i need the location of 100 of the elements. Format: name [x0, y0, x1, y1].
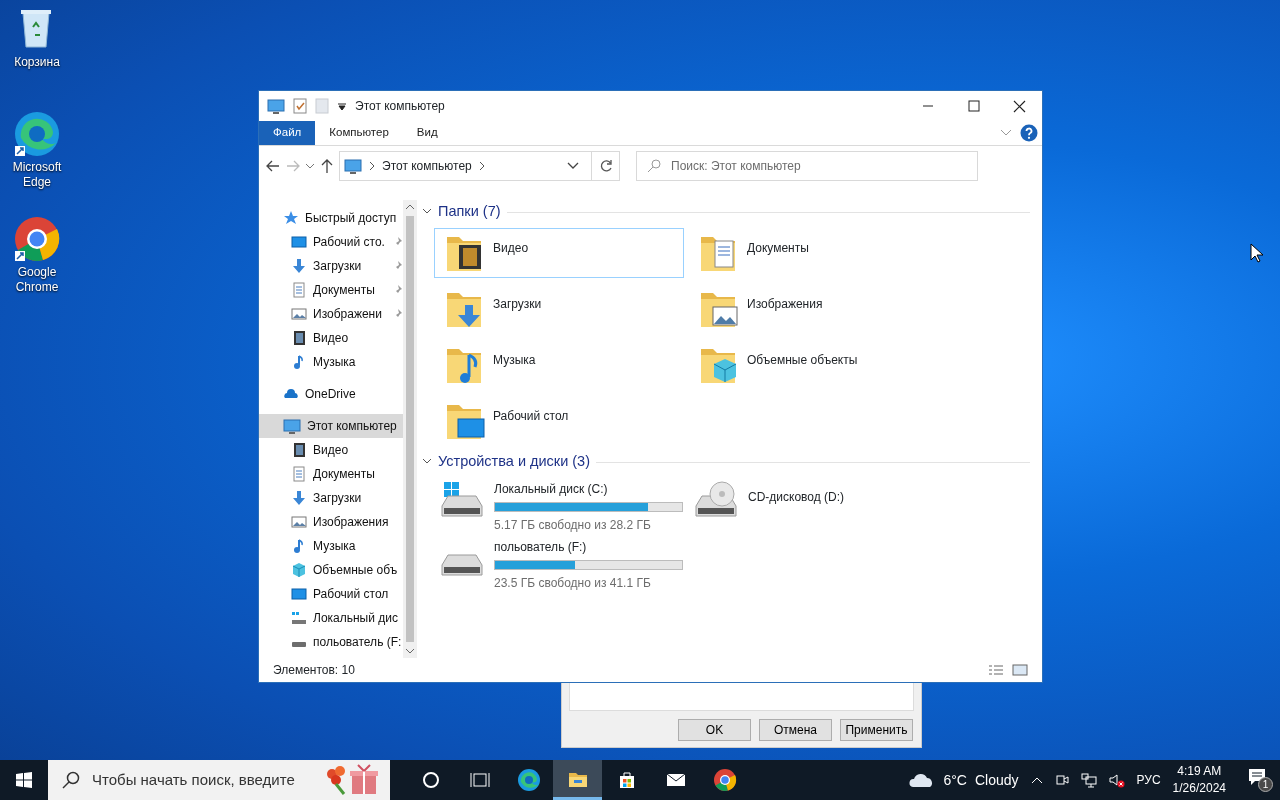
sidebar-item[interactable]: Рабочий стол — [259, 582, 403, 606]
download-arrow-icon — [291, 258, 307, 274]
search-icon — [62, 771, 80, 789]
sidebar-item[interactable]: Загрузки — [259, 254, 403, 278]
sidebar-item[interactable]: Видео — [259, 326, 403, 350]
drive-name[interactable]: CD-дисковод (D:) — [748, 488, 845, 506]
task-view-icon[interactable] — [469, 770, 490, 790]
sidebar-item[interactable]: Изображени — [259, 302, 403, 326]
folder-item[interactable]: Рабочий стол — [434, 396, 684, 446]
section-header[interactable]: Папки (7) — [438, 201, 501, 223]
dialog-button[interactable]: Отмена — [759, 719, 832, 741]
language-indicator[interactable]: РУС — [1136, 771, 1161, 789]
picture-icon — [291, 514, 307, 530]
muted-speaker-icon[interactable] — [1108, 772, 1125, 788]
clock-time[interactable]: 4:19 AM — [1177, 763, 1222, 780]
up-arrow-icon[interactable] — [319, 158, 335, 174]
dropdown-icon[interactable] — [337, 101, 347, 111]
sidebar-item[interactable]: Музыка — [259, 534, 403, 558]
drive-icon — [291, 610, 307, 626]
sidebar-item[interactable]: OneDrive — [259, 382, 403, 406]
folder-item[interactable]: Видео — [434, 228, 684, 278]
edge-logo-icon[interactable] — [13, 110, 61, 158]
drive-icon — [438, 480, 486, 520]
folder-item[interactable]: Изображения — [688, 284, 938, 334]
recent-locations-icon[interactable] — [305, 161, 315, 171]
dropdown-icon[interactable] — [567, 162, 579, 170]
free-space-text: 23.5 ГБ свободно из 41.1 ГБ — [494, 575, 652, 592]
sidebar-item[interactable]: Локальный дис — [259, 606, 403, 630]
sidebar-item[interactable]: Этот компьютер — [259, 414, 403, 438]
windows-start-icon[interactable] — [16, 772, 32, 788]
computer-icon — [267, 98, 285, 114]
dialog-button[interactable]: Применить — [840, 719, 913, 741]
folder-item[interactable]: Музыка — [434, 340, 684, 390]
mouse-cursor-icon — [1250, 243, 1264, 263]
cd-drive-icon — [692, 480, 740, 520]
folder-item[interactable]: Загрузки — [434, 284, 684, 334]
network-icon[interactable] — [1080, 772, 1097, 788]
collapse-icon[interactable] — [422, 208, 432, 216]
folder-item[interactable]: Объемные объекты — [688, 340, 938, 390]
properties-icon[interactable] — [293, 98, 307, 114]
folder-item[interactable]: Документы — [688, 228, 938, 278]
chevron-icon — [477, 161, 486, 171]
back-arrow-icon[interactable] — [265, 158, 281, 174]
clock-date[interactable]: 1/26/2024 — [1172, 780, 1226, 797]
refresh-icon[interactable] — [598, 159, 613, 173]
sidebar-item[interactable]: Музыка — [259, 350, 403, 374]
picture-icon — [291, 306, 307, 322]
sidebar-item[interactable]: Документы — [259, 278, 403, 302]
sidebar-item[interactable]: Быстрый доступ — [259, 206, 403, 230]
drive-name[interactable]: Локальный диск (C:) — [494, 480, 683, 498]
sidebar-item[interactable]: Изображения — [259, 510, 403, 534]
chrome-logo-icon[interactable] — [13, 215, 61, 263]
cube-icon — [291, 562, 307, 578]
address-bar[interactable]: Этот компьютер — [339, 151, 620, 181]
sidebar-item[interactable]: польователь (F: — [259, 630, 403, 654]
dialog-button[interactable]: OK — [678, 719, 751, 741]
sidebar-item[interactable]: Рабочий сто. — [259, 230, 403, 254]
document-icon — [291, 466, 307, 482]
ribbon-tab[interactable]: Вид — [402, 121, 452, 145]
desktop-icon-label[interactable]: Корзина — [4, 55, 70, 70]
taskbar-search-field[interactable]: Чтобы начать поиск, введите — [48, 760, 390, 800]
drive-icon — [292, 641, 306, 647]
edge-logo-icon[interactable] — [516, 768, 541, 792]
close-icon[interactable] — [1012, 99, 1026, 113]
film-icon — [291, 442, 307, 458]
free-space-text: 5.17 ГБ свободно из 28.2 ГБ — [494, 517, 652, 534]
document-icon — [291, 282, 307, 298]
maximize-icon[interactable] — [966, 99, 980, 113]
computer-icon — [283, 418, 301, 434]
desktop-icon-label[interactable]: Microsoft Edge — [4, 160, 70, 190]
expand-ribbon-icon[interactable] — [1000, 129, 1012, 137]
show-hidden-icons-icon[interactable] — [1030, 776, 1043, 784]
ribbon-tab[interactable]: Компьютер — [315, 121, 403, 145]
weather-temperature[interactable]: 6°C — [943, 769, 967, 791]
notification-count: 1 — [1258, 777, 1273, 792]
film-icon — [291, 330, 307, 346]
download-arrow-icon — [291, 490, 307, 506]
sidebar-item[interactable]: Загрузки — [259, 486, 403, 510]
star-icon — [283, 210, 299, 226]
computer-icon — [344, 158, 362, 174]
desktop-icon — [291, 586, 307, 602]
collapse-icon[interactable] — [422, 458, 432, 466]
item-count: Элементов: 10 — [273, 662, 355, 679]
breadcrumb-item[interactable]: Этот компьютер — [382, 157, 472, 175]
ribbon-tab[interactable]: Файл — [259, 121, 316, 145]
drive-name[interactable]: польователь (F:) — [494, 538, 683, 556]
sidebar-item[interactable]: Объемные объ — [259, 558, 403, 582]
help-icon[interactable] — [1020, 124, 1038, 142]
chevron-icon — [368, 161, 376, 171]
chrome-logo-icon[interactable] — [712, 768, 737, 792]
sidebar-item[interactable]: Документы — [259, 462, 403, 486]
search-icon — [647, 159, 661, 173]
desktop-icon-label[interactable]: Google Chrome — [4, 265, 70, 295]
section-header[interactable]: Устройства и диски (3) — [438, 451, 591, 473]
search-field[interactable]: Поиск: Этот компьютер — [636, 151, 978, 181]
sidebar-item[interactable]: Видео — [259, 438, 403, 462]
cortana-circle-icon[interactable] — [420, 770, 441, 790]
scrollbar[interactable] — [402, 200, 417, 658]
weather-condition[interactable]: Cloudy — [975, 769, 1019, 791]
camera-icon[interactable] — [1054, 772, 1069, 788]
